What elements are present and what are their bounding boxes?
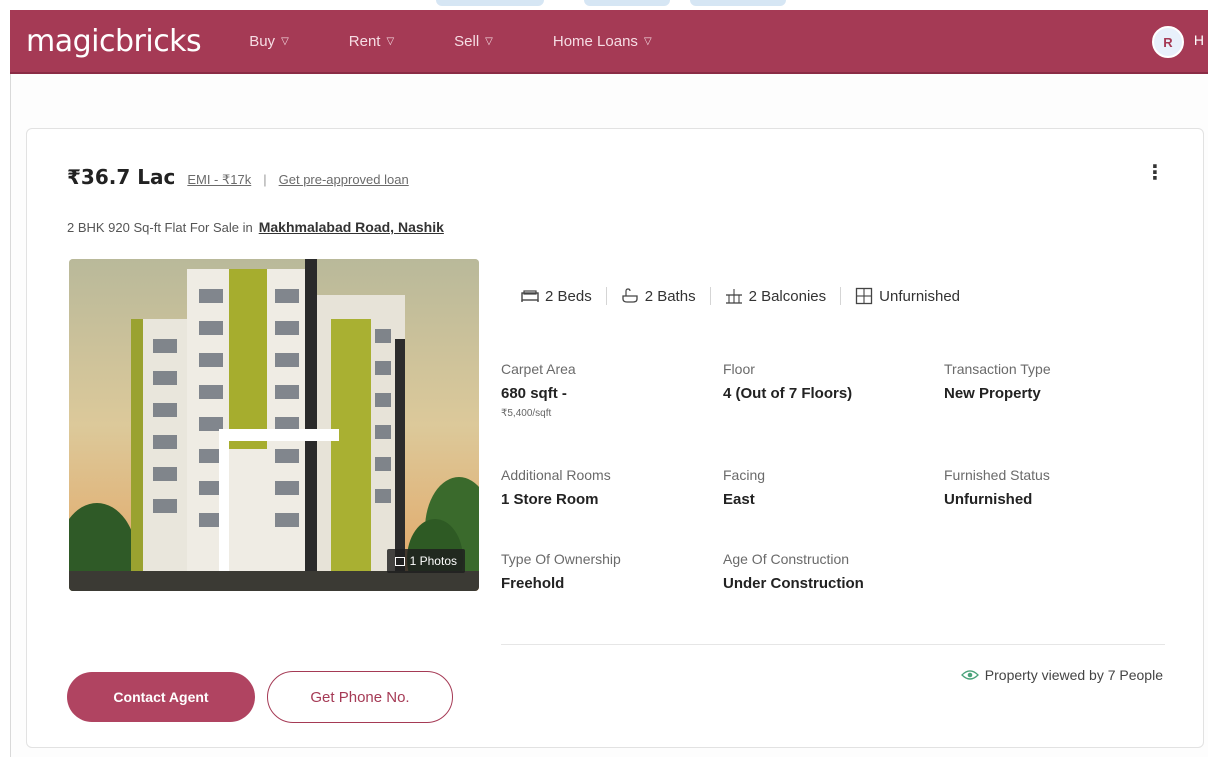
detail-value: Under Construction: [723, 575, 864, 592]
detail-value: 680 sqft -: [501, 385, 567, 402]
user-avatar[interactable]: R: [1152, 26, 1184, 58]
detail-value: 1 Store Room: [501, 491, 599, 508]
property-photo[interactable]: 1 Photos: [69, 259, 479, 591]
views-info: Property viewed by 7 People: [960, 667, 1163, 683]
amenity-label: Unfurnished: [879, 287, 961, 305]
detail-label: Facing: [723, 467, 766, 483]
location-link[interactable]: Makhmalabad Road, Nashik: [259, 219, 444, 235]
detail-value: New Property: [944, 385, 1041, 402]
nav-item-label: Sell: [454, 32, 480, 50]
divider: [709, 287, 711, 305]
user-name-truncated: H: [1193, 32, 1204, 48]
amenities-row: 2 Beds 2 Baths 2 Balconies Unfurnished: [521, 287, 960, 305]
title-prefix: 2 BHK 920 Sq-ft Flat For Sale in: [67, 220, 253, 235]
divider: [840, 287, 842, 305]
detail-carpet-area: Carpet Area 680 sqft - ₹5,400/sqft: [501, 361, 576, 419]
detail-label: Additional Rooms: [501, 467, 611, 483]
amenity-label: 2 Beds: [545, 287, 592, 305]
magicbricks-logo[interactable]: magicbricks: [26, 24, 202, 59]
property-card: ₹36.7 Lac EMI - ₹17k | Get pre-approved …: [26, 128, 1204, 748]
amenity-baths: 2 Baths: [621, 288, 696, 305]
detail-label: Transaction Type: [944, 361, 1051, 377]
property-title: 2 BHK 920 Sq-ft Flat For Sale in Makhmal…: [67, 219, 444, 235]
detail-value: East: [723, 491, 755, 508]
nav-item-label: Home Loans: [552, 32, 638, 50]
nav-item-rent[interactable]: Rent ▽: [349, 33, 394, 50]
nav-item-sell[interactable]: Sell ▽: [454, 33, 493, 50]
ghost-tab: [584, 0, 670, 6]
eye-icon: [960, 670, 979, 680]
divider: [605, 287, 607, 305]
detail-facing: Facing East: [723, 467, 765, 508]
chevron-down-icon: ▽: [485, 35, 493, 47]
top-navbar: magicbricks Buy ▽ Rent ▽ Sell ▽ Home Loa…: [10, 10, 1208, 74]
chevron-down-icon: ▽: [281, 35, 289, 47]
nav-item-label: Buy: [249, 32, 276, 50]
price-row: ₹36.7 Lac EMI - ₹17k | Get pre-approved …: [67, 165, 409, 189]
amenity-balconies: 2 Balconies: [725, 287, 827, 305]
pre-approved-loan-link[interactable]: Get pre-approved loan: [279, 172, 409, 187]
photo-count-badge[interactable]: 1 Photos: [386, 549, 465, 573]
detail-value: Unfurnished: [944, 491, 1033, 508]
ghost-tab: [436, 0, 544, 6]
image-icon: [394, 556, 405, 566]
chevron-down-icon: ▽: [643, 35, 652, 47]
detail-furnished-status: Furnished Status Unfurnished: [944, 467, 1050, 508]
detail-label: Type Of Ownership: [501, 551, 621, 567]
detail-transaction-type: Transaction Type New Property: [944, 361, 1051, 402]
amenity-furnishing: Unfurnished: [855, 287, 960, 305]
detail-sub: ₹5,400/sqft: [501, 408, 552, 419]
detail-label: Floor: [723, 361, 755, 377]
bed-icon: [521, 290, 539, 302]
detail-value: 4 (Out of 7 Floors): [723, 385, 853, 402]
amenity-beds: 2 Beds: [521, 288, 592, 305]
bath-icon: [622, 288, 638, 303]
nav-item-label: Rent: [348, 32, 381, 50]
photo-count-label: 1 Photos: [409, 554, 457, 568]
detail-floor: Floor 4 (Out of 7 Floors): [723, 361, 852, 402]
price-separator: |: [263, 172, 267, 187]
detail-age-of-construction: Age Of Construction Under Construction: [723, 551, 864, 592]
furnishing-icon: [855, 287, 873, 305]
detail-label: Age Of Construction: [723, 551, 850, 567]
card-divider: [501, 644, 1165, 645]
views-label: Property viewed by 7 People: [984, 667, 1163, 683]
more-options-icon[interactable]: ⋮: [1145, 163, 1165, 183]
chevron-down-icon: ▽: [386, 35, 395, 47]
nav-item-home-loans[interactable]: Home Loans ▽: [553, 33, 652, 50]
emi-link[interactable]: EMI - ₹17k: [187, 172, 251, 188]
amenity-label: 2 Balconies: [748, 287, 827, 305]
nav-item-buy[interactable]: Buy ▽: [249, 33, 289, 50]
amenity-label: 2 Baths: [644, 287, 696, 305]
detail-label: Carpet Area: [501, 361, 576, 377]
ghost-tab: [690, 0, 786, 6]
balcony-icon: [725, 289, 742, 304]
contact-agent-button[interactable]: Contact Agent: [67, 672, 255, 722]
get-phone-button[interactable]: Get Phone No.: [267, 671, 453, 723]
property-price: ₹36.7 Lac: [67, 165, 176, 189]
detail-additional-rooms: Additional Rooms 1 Store Room: [501, 467, 611, 508]
building-image: [69, 259, 479, 591]
detail-value: Freehold: [501, 575, 565, 592]
detail-ownership: Type Of Ownership Freehold: [501, 551, 621, 592]
detail-label: Furnished Status: [944, 467, 1050, 483]
